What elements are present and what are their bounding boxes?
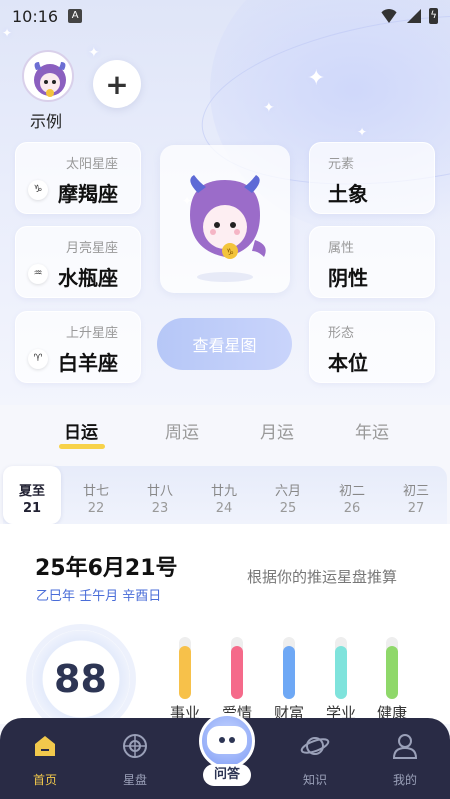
- aquarius-icon: ♒: [28, 264, 48, 284]
- bar-fill: [386, 646, 398, 699]
- robot-eye-right: [229, 737, 235, 743]
- day-lunar: 廿九: [210, 484, 237, 499]
- fortune-bar-wealth: [283, 637, 295, 699]
- day-lunar: 初三: [402, 484, 429, 499]
- aries-icon: ♈: [28, 349, 48, 369]
- profile-name: 示例: [30, 112, 63, 131]
- card-caption: 元素: [328, 157, 355, 172]
- svg-text:♑: ♑: [226, 248, 234, 258]
- ganzhi-date: 乙巳年 壬午月 辛酉日: [36, 589, 162, 604]
- nav-mine[interactable]: 我的: [375, 731, 435, 788]
- capricorn-mascot-icon: ♑ ✦: [182, 175, 266, 282]
- bar-fill: [179, 646, 191, 699]
- avatar[interactable]: [22, 50, 74, 102]
- view-chart-button[interactable]: 查看星图: [157, 318, 292, 370]
- day-item[interactable]: 六月 25: [259, 466, 317, 524]
- overall-score: 88: [54, 657, 107, 701]
- card-value: 阴性: [328, 266, 368, 290]
- astrolabe-icon: [123, 734, 147, 758]
- day-date: 27: [407, 501, 425, 516]
- day-item[interactable]: 廿八 23: [131, 466, 189, 524]
- day-lunar: 廿八: [146, 484, 173, 499]
- add-profile-button[interactable]: +: [93, 60, 141, 108]
- bar-fill: [283, 646, 295, 699]
- nav-knowledge[interactable]: 知识: [285, 731, 345, 788]
- rising-sign-card[interactable]: 上升星座 ♈ 白羊座: [15, 311, 141, 383]
- sparkle-icon: ✦: [307, 66, 326, 91]
- nav-label: 知识: [302, 773, 327, 787]
- tab-daily[interactable]: 日运: [64, 418, 98, 443]
- day-date: 23: [151, 501, 169, 516]
- sun-sign-card[interactable]: 太阳星座 ♑ 摩羯座: [15, 142, 141, 214]
- active-tab-indicator: [59, 444, 105, 449]
- battery-icon: [429, 8, 438, 24]
- tab-monthly[interactable]: 月运: [260, 418, 294, 443]
- card-caption: 形态: [328, 326, 355, 341]
- day-date: 25: [279, 501, 297, 516]
- status-bar: 10:16 A: [0, 0, 450, 32]
- day-item[interactable]: 夏至 21: [3, 466, 61, 524]
- card-caption: 属性: [328, 241, 355, 256]
- svg-text:✦: ✦: [182, 194, 192, 208]
- nav-label: 首页: [32, 773, 57, 787]
- element-card[interactable]: 元素 土象: [309, 142, 435, 214]
- fortune-date-title: 25年6月21号: [35, 556, 178, 581]
- day-selector: 夏至 21 廿七 22 廿八 23 廿九 24 六月 25 初二 26 初三 2…: [3, 466, 447, 524]
- day-item[interactable]: 廿九 24: [195, 466, 253, 524]
- card-value: 摩羯座: [58, 182, 118, 206]
- day-item[interactable]: 廿七 22: [67, 466, 125, 524]
- profile-icon: [392, 734, 418, 759]
- day-date: 22: [87, 501, 105, 516]
- day-lunar: 廿七: [82, 484, 109, 499]
- day-lunar: 初二: [338, 484, 365, 499]
- sparkle-icon: ✦: [88, 45, 100, 61]
- day-date: 26: [343, 501, 361, 516]
- day-lunar: 六月: [274, 484, 301, 499]
- day-item[interactable]: 初二 26: [323, 466, 381, 524]
- notification-icon: A: [68, 9, 83, 23]
- day-date: 24: [215, 501, 233, 516]
- card-caption: 月亮星座: [66, 241, 119, 256]
- card-value: 本位: [328, 351, 368, 375]
- sparkle-icon: ✦: [263, 100, 275, 116]
- signal-icon: [407, 9, 421, 23]
- fortune-bar-study: [335, 637, 347, 699]
- wifi-icon: [379, 9, 399, 23]
- fortune-bar-love: [231, 637, 243, 699]
- fortune-tabs: 日运 周运 月运 年运: [0, 418, 450, 458]
- qa-label[interactable]: 问答: [203, 764, 251, 786]
- tab-yearly[interactable]: 年运: [355, 418, 389, 443]
- home-icon: [35, 736, 55, 756]
- capricorn-icon: ♑: [28, 180, 48, 200]
- bar-fill: [231, 646, 243, 699]
- nav-label: 我的: [392, 773, 417, 787]
- fortune-bar-career: [179, 637, 191, 699]
- moon-sign-card[interactable]: 月亮星座 ♒ 水瓶座: [15, 226, 141, 298]
- day-item[interactable]: 初三 27: [387, 466, 445, 524]
- card-caption: 上升星座: [66, 326, 119, 341]
- card-caption: 太阳星座: [66, 157, 119, 172]
- calculation-note: 根据你的推运星盘推算: [247, 568, 398, 586]
- robot-icon: [207, 726, 247, 754]
- day-date: 21: [22, 501, 42, 516]
- fortune-bar-health: [386, 637, 398, 699]
- tab-weekly[interactable]: 周运: [165, 418, 199, 443]
- mascot-card: ♑ ✦: [160, 145, 290, 293]
- sparkle-icon: ✦: [357, 125, 368, 139]
- robot-eye-left: [219, 737, 225, 743]
- modality-card[interactable]: 形态 本位: [309, 311, 435, 383]
- card-value: 水瓶座: [58, 266, 118, 290]
- nav-home[interactable]: 首页: [15, 731, 75, 788]
- nav-astrolabe[interactable]: 星盘: [105, 731, 165, 788]
- bar-fill: [335, 646, 347, 699]
- nav-label: 星盘: [122, 773, 147, 787]
- planet-icon: [300, 737, 330, 755]
- polarity-card[interactable]: 属性 阴性: [309, 226, 435, 298]
- card-value: 白羊座: [58, 351, 118, 375]
- status-time: 10:16: [12, 6, 59, 26]
- day-lunar: 夏至: [18, 484, 45, 499]
- card-value: 土象: [328, 182, 368, 206]
